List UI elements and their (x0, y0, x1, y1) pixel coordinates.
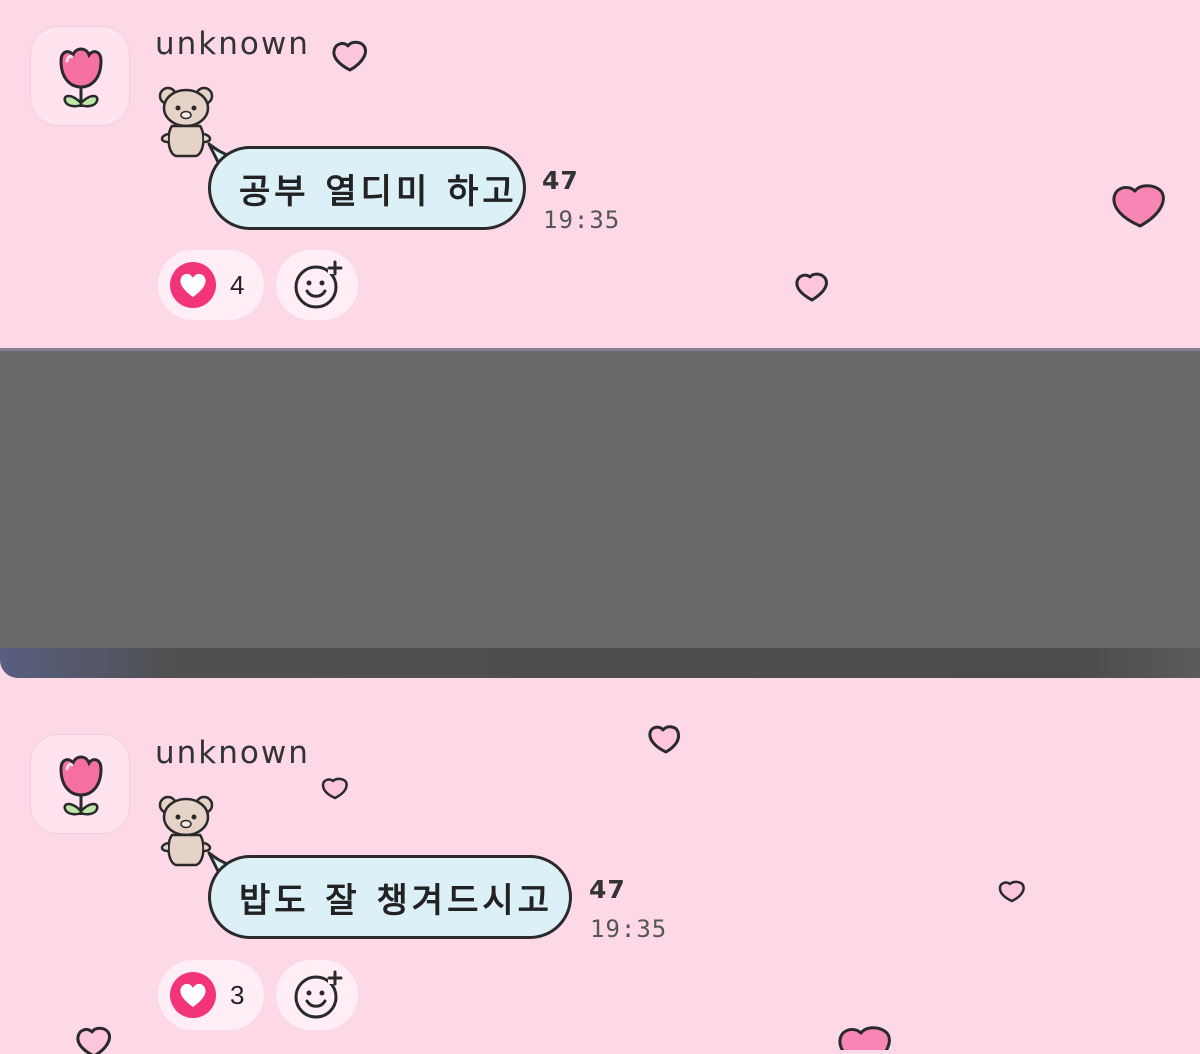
heart-icon (795, 272, 828, 302)
message-bubble[interactable]: 밥도 잘 챙겨드시고 (208, 855, 572, 939)
smiley-plus-icon (294, 970, 343, 1019)
sender-avatar[interactable] (30, 26, 130, 126)
sender-name: unknown (155, 735, 310, 771)
reaction-count: 4 (230, 269, 245, 300)
sender-name: unknown (155, 26, 310, 62)
tulip-icon (59, 47, 103, 108)
add-reaction-button[interactable] (276, 250, 358, 320)
reaction-count: 3 (230, 979, 245, 1010)
gray-block (0, 348, 1200, 651)
message-bubble[interactable]: 공부 열디미 하고 (208, 146, 526, 230)
gray-block-edge (0, 648, 1200, 678)
heart-reaction[interactable]: 3 (158, 960, 264, 1030)
message-time: 19:35 (543, 206, 621, 234)
tulip-icon (59, 755, 103, 816)
heart-icon (648, 725, 680, 754)
read-count: 47 (542, 166, 579, 195)
heart-icon (170, 972, 216, 1018)
heart-icon (998, 880, 1025, 903)
heart-icon (170, 262, 216, 308)
message-time: 19:35 (590, 915, 668, 943)
heart-icon (838, 1026, 891, 1050)
add-reaction-button[interactable] (276, 960, 358, 1030)
heart-icon (321, 777, 348, 800)
heart-reaction[interactable]: 4 (158, 250, 264, 320)
heart-icon (1112, 184, 1165, 228)
redaction-overlay (0, 348, 1200, 678)
read-count: 47 (589, 875, 626, 904)
sender-avatar[interactable] (30, 734, 130, 834)
heart-icon (332, 40, 367, 72)
smiley-plus-icon (294, 260, 343, 309)
